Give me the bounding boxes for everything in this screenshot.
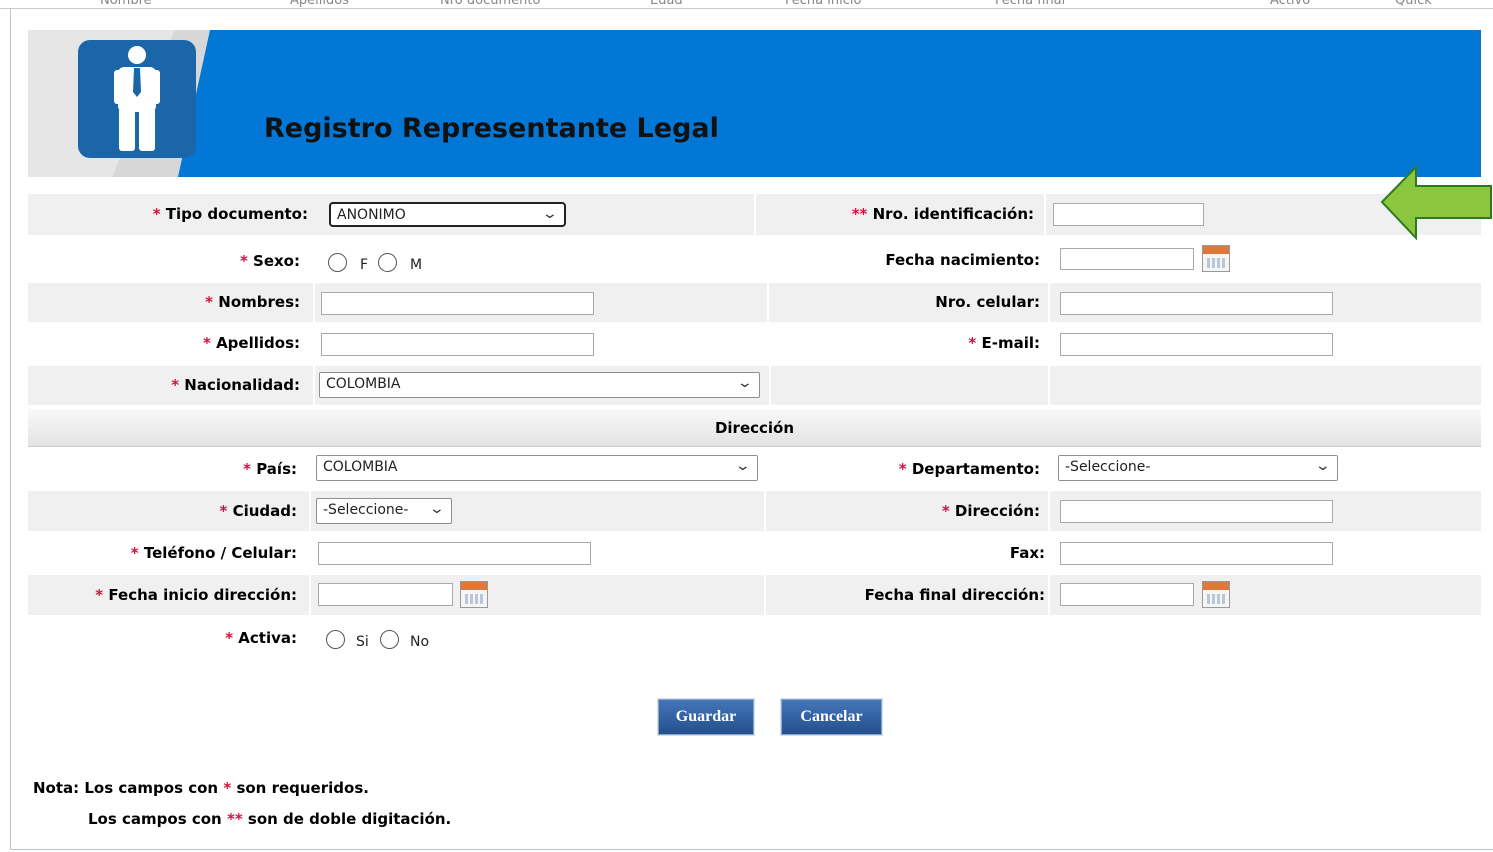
sexo-f-radio[interactable] <box>328 253 347 272</box>
nacionalidad-label: * Nacionalidad: <box>171 376 300 394</box>
nro-identificacion-label: ** Nro. identificación: <box>851 205 1034 223</box>
row-nacionalidad: * Nacionalidad: COLOMBIA ⌄ <box>28 366 1481 405</box>
header-banner: Registro Representante Legal <box>28 30 1481 177</box>
row-fecha-direccion: * Fecha inicio dirección: Fecha final di… <box>28 575 1481 615</box>
fax-input[interactable] <box>1060 542 1333 565</box>
row-sexo: * Sexo: F M Fecha nacimiento: <box>28 240 1481 282</box>
activa-si-label: Si <box>356 634 369 650</box>
bg-col: Apellidos <box>290 0 349 8</box>
chevron-down-icon: ⌄ <box>541 206 559 222</box>
fecha-nacimiento-input[interactable] <box>1060 248 1194 270</box>
bg-col: Activo <box>1270 0 1311 8</box>
calendar-icon[interactable] <box>1202 245 1230 272</box>
chevron-down-icon: ⌄ <box>1314 458 1332 474</box>
page-title: Registro Representante Legal <box>264 113 719 144</box>
row-apellidos: * Apellidos: * E-mail: <box>28 323 1481 365</box>
direccion-input[interactable] <box>1060 500 1333 523</box>
activa-no-label: No <box>410 634 430 650</box>
departamento-label: * Departamento: <box>898 460 1040 478</box>
nro-celular-label: Nro. celular: <box>935 293 1040 311</box>
chevron-down-icon: ⌄ <box>428 501 446 517</box>
direccion-label: * Dirección: <box>941 502 1040 520</box>
row-nombres: * Nombres: Nro. celular: <box>28 283 1481 322</box>
bg-col: Nombre <box>100 0 152 8</box>
pais-select[interactable]: COLOMBIA ⌄ <box>316 455 758 481</box>
guardar-button[interactable]: Guardar <box>657 698 755 736</box>
nombres-label: * Nombres: <box>205 293 300 311</box>
email-input[interactable] <box>1060 333 1333 356</box>
row-telefono: * Teléfono / Celular: Fax: <box>28 532 1481 574</box>
fecha-final-label: Fecha final dirección: <box>864 586 1045 604</box>
departamento-select[interactable]: -Seleccione- ⌄ <box>1058 455 1338 481</box>
sexo-m-label: M <box>410 257 423 273</box>
row-ciudad: * Ciudad: -Seleccione- ⌄ * Dirección: <box>28 491 1481 531</box>
bg-col: Fecha inicio <box>785 0 862 8</box>
tipo-documento-select[interactable]: ANONIMO ⌄ <box>329 202 566 227</box>
fax-label: Fax: <box>1009 544 1045 562</box>
nacionalidad-select[interactable]: COLOMBIA ⌄ <box>319 372 760 398</box>
row-activa: * Activa: Si No <box>28 616 1481 658</box>
sexo-label: * Sexo: <box>239 252 300 270</box>
bg-col: Quick <box>1395 0 1432 8</box>
apellidos-label: * Apellidos: <box>202 334 300 352</box>
bg-col: Nro documento <box>440 0 541 8</box>
nro-identificacion-input[interactable] <box>1053 203 1204 226</box>
fecha-inicio-input[interactable] <box>318 583 453 606</box>
cancelar-button[interactable]: Cancelar <box>780 698 883 736</box>
fecha-nacimiento-label: Fecha nacimiento: <box>885 251 1040 269</box>
person-tie-icon <box>78 40 196 158</box>
sexo-m-radio[interactable] <box>378 253 397 272</box>
bg-col: Fecha final <box>995 0 1066 8</box>
fecha-final-input[interactable] <box>1060 583 1194 606</box>
chevron-down-icon: ⌄ <box>736 375 754 391</box>
telefono-label: * Teléfono / Celular: <box>130 544 297 562</box>
nro-celular-input[interactable] <box>1060 292 1333 315</box>
activa-label: * Activa: <box>225 629 297 647</box>
note-double-entry: Los campos con ** son de doble digitació… <box>88 810 452 828</box>
chevron-down-icon: ⌄ <box>734 458 752 474</box>
green-arrow-left-icon <box>1380 165 1492 240</box>
apellidos-input[interactable] <box>321 333 594 356</box>
bg-col: Edad <box>650 0 683 8</box>
ciudad-label: * Ciudad: <box>219 502 297 520</box>
note-required: Nota: Los campos con * son requeridos. <box>33 779 369 797</box>
tipo-documento-label: * Tipo documento: <box>152 205 308 223</box>
direccion-section-header: Dirección <box>28 409 1481 447</box>
activa-si-radio[interactable] <box>326 630 345 649</box>
activa-no-radio[interactable] <box>380 630 399 649</box>
row-tipo-documento: * Tipo documento: ANONIMO ⌄ ** Nro. ident… <box>28 194 1481 235</box>
nombres-input[interactable] <box>321 292 594 315</box>
row-pais: * País: COLOMBIA ⌄ * Departamento: -Selec… <box>28 448 1481 490</box>
telefono-input[interactable] <box>318 542 591 565</box>
ciudad-select[interactable]: -Seleccione- ⌄ <box>316 498 452 524</box>
fecha-inicio-label: * Fecha inicio dirección: <box>95 586 297 604</box>
pais-label: * País: <box>243 460 297 478</box>
calendar-icon[interactable] <box>460 581 488 608</box>
sexo-f-label: F <box>360 257 369 273</box>
email-label: * E-mail: <box>968 334 1040 352</box>
calendar-icon[interactable] <box>1202 581 1230 608</box>
